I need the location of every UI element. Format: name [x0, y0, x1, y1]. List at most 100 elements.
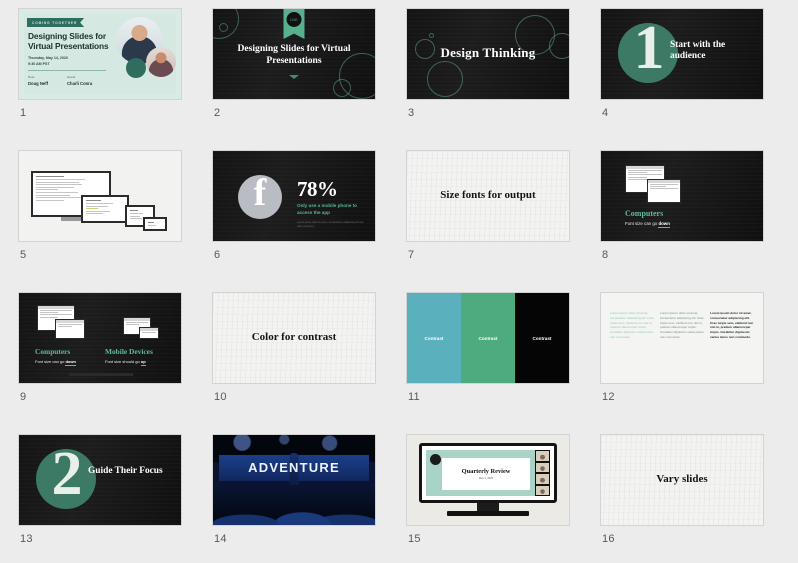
slide-number-16: 16	[602, 533, 615, 545]
slide-number-7: 7	[408, 249, 415, 261]
slide-thumbnail-6[interactable]: f 78% Only use a mobile phone to access …	[212, 150, 376, 242]
slide-3-title: Design Thinking	[440, 45, 536, 60]
slide-cell-15: Quarterly Review May 2, 2020 15	[406, 434, 570, 563]
contrast-panel-2: Contrast	[461, 293, 515, 383]
slide-cell-3: Design Thinking 3	[406, 8, 570, 150]
slide-1-title: Designing Slides for Virtual Presentatio…	[28, 31, 109, 52]
slide-8-caption-strong: down	[658, 221, 670, 228]
attendee-thumbnail	[535, 484, 550, 496]
slide-9-right-caption-prefix: Font size should go	[105, 359, 141, 364]
slide-8-caption-prefix: Font size can go	[625, 221, 659, 226]
decorative-circle	[219, 23, 228, 32]
slide-cell-11: Contrast Contrast Contrast 11	[406, 292, 570, 434]
monitor-stand	[61, 217, 83, 221]
monitor-neck	[477, 503, 499, 511]
monitor-frame: Quarterly Review May 2, 2020	[419, 443, 557, 503]
slide-thumbnail-8[interactable]: Computers Font size can go down	[600, 150, 764, 242]
slide-thumbnail-1[interactable]: COMING TOGETHER Designing Slides for Vir…	[18, 8, 182, 100]
slide-thumbnail-5[interactable]	[18, 150, 182, 242]
laptop-mockup	[81, 195, 129, 223]
slide-number-9: 9	[20, 391, 27, 403]
slide-1-host-label: Host	[28, 75, 35, 79]
monitor-base	[447, 511, 529, 516]
attendee-thumbnail	[535, 473, 550, 485]
window-mockup-front	[55, 319, 85, 339]
slide-number-11: 11	[408, 391, 420, 403]
slide-2-title: Designing Slides for Virtual Presentatio…	[237, 43, 351, 66]
slide-1-divider	[28, 70, 106, 71]
slide-thumbnail-9[interactable]: Computers Font size can go down Mobile D…	[18, 292, 182, 384]
contrast-panel-3: Contrast	[515, 293, 569, 383]
slide-1-credits: Host Doug Neff Guest Charli Conra	[28, 75, 92, 86]
slide-thumbnail-7[interactable]: Size fonts for output	[406, 150, 570, 242]
attendee-thumbnail-strip	[535, 450, 550, 496]
slide-number-5: 5	[20, 249, 27, 261]
slide-cell-5: 5	[18, 150, 182, 292]
phone-mockup	[139, 327, 159, 339]
slide-thumbnail-16[interactable]: Vary slides	[600, 434, 764, 526]
window-mockup-front	[647, 179, 681, 203]
slide-thumbnail-11[interactable]: Contrast Contrast Contrast	[406, 292, 570, 384]
slide-thumbnail-13[interactable]: 2 Guide Their Focus	[18, 434, 182, 526]
slide-thumbnail-grid: COMING TOGETHER Designing Slides for Vir…	[0, 0, 798, 563]
slide-number-15: 15	[408, 533, 421, 545]
slide-cell-14: ADVENTURE 14	[212, 434, 376, 563]
slide-number-3: 3	[408, 107, 415, 119]
slide-thumbnail-2[interactable]: LIVE Designing Slides for Virtual Presen…	[212, 8, 376, 100]
slide-thumbnail-3[interactable]: Design Thinking	[406, 8, 570, 100]
slide-15-deck-subtitle: May 2, 2020	[478, 477, 494, 480]
slide-13-title: Guide Their Focus	[88, 466, 163, 476]
slide-1-live-badge	[126, 58, 146, 78]
slide-cell-2: LIVE Designing Slides for Virtual Presen…	[212, 8, 376, 150]
caret-down-icon	[289, 75, 299, 79]
decorative-circle	[333, 79, 351, 97]
audience-crowd	[213, 485, 375, 525]
stage-lights	[213, 435, 375, 453]
slide-9-right-caption: Font size should go up	[105, 359, 146, 366]
presenter-avatar	[430, 454, 441, 465]
slide-number-13: 13	[20, 533, 33, 545]
text-column-mid-contrast: Lorem ipsum dolor sit amet, consectetur …	[660, 311, 704, 339]
deck-preview: Quarterly Review May 2, 2020	[442, 458, 530, 490]
footer-divider	[69, 373, 133, 376]
attendee-thumbnail	[535, 461, 550, 473]
slide-9-left-heading: Computers	[35, 347, 71, 356]
slide-number-10: 10	[214, 391, 227, 403]
slide-cell-8: Computers Font size can go down 8	[600, 150, 764, 292]
slide-9-left-caption-strong: down	[65, 359, 76, 366]
slide-6-fine-print: Lorem ipsum dolor sit amet, consectetuer…	[297, 221, 364, 228]
slide-10-title: Color for contrast	[251, 331, 337, 344]
slide-cell-4: 1 Start with the audience 4	[600, 8, 764, 150]
slide-thumbnail-10[interactable]: Color for contrast	[212, 292, 376, 384]
slide-number-6: 6	[214, 249, 221, 261]
slide-13-number-graphic: 2	[51, 440, 83, 508]
slide-thumbnail-14[interactable]: ADVENTURE	[212, 434, 376, 526]
slide-8-caption: Font size can go down	[625, 221, 670, 228]
slide-16-title: Vary slides	[656, 473, 708, 486]
slide-cell-6: f 78% Only use a mobile phone to access …	[212, 150, 376, 292]
slide-cell-10: Color for contrast 10	[212, 292, 376, 434]
slide-9-left-caption-prefix: Font size can go	[35, 359, 66, 364]
decorative-circle	[427, 61, 463, 97]
slide-cell-12: Lorem ipsum dolor sit amet, consectetur …	[600, 292, 764, 434]
slide-cell-16: Vary slides 16	[600, 434, 764, 563]
decorative-circle	[429, 33, 434, 38]
slide-number-4: 4	[602, 107, 609, 119]
slide-1-time: 9:30 AM PST	[28, 61, 50, 66]
phone-mockup	[143, 217, 167, 231]
slide-9-left-caption: Font size can go down	[35, 359, 76, 366]
slide-15-deck-title: Quarterly Review	[461, 468, 511, 475]
slide-thumbnail-12[interactable]: Lorem ipsum dolor sit amet, consectetur …	[600, 292, 764, 384]
slide-6-caption: Only use a mobile phone to access the ap…	[297, 203, 357, 215]
slide-1-datetime: Thursday, May 14, 2020 9:30 AM PST	[28, 56, 68, 67]
slide-14-screen-text: ADVENTURE	[248, 460, 340, 475]
slide-1-guest-label: Guest	[67, 75, 76, 79]
slide-thumbnail-15[interactable]: Quarterly Review May 2, 2020	[406, 434, 570, 526]
slide-9-right-caption-strong: up	[140, 359, 146, 366]
slide-1-tag: COMING TOGETHER	[27, 18, 85, 27]
slide-thumbnail-4[interactable]: 1 Start with the audience	[600, 8, 764, 100]
slide-8-heading: Computers	[625, 209, 664, 218]
slide-6-stat: 78%	[297, 177, 338, 201]
slide-cell-7: Size fonts for output 7	[406, 150, 570, 292]
slide-number-8: 8	[602, 249, 609, 261]
